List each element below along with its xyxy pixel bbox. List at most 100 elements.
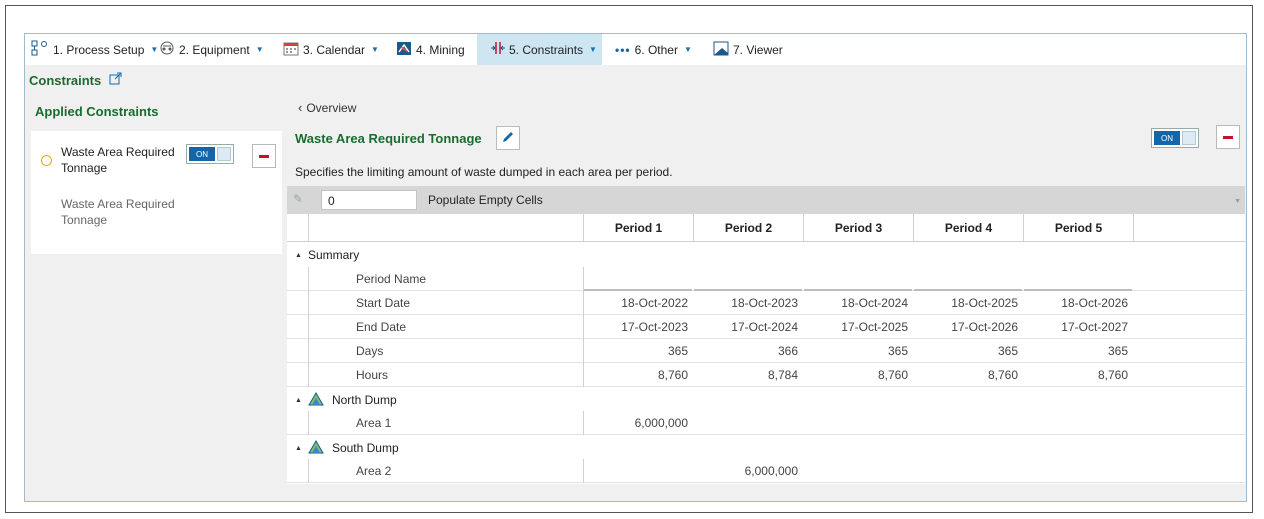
column-header-period[interactable]: Period 4 (914, 214, 1024, 242)
row-label: Start Date (308, 291, 584, 315)
table-cell[interactable] (694, 267, 802, 291)
page-header: Constraints (29, 72, 122, 88)
table-cell[interactable]: 17-Oct-2026 (914, 315, 1024, 339)
overview-link[interactable]: ‹ Overview (298, 100, 356, 115)
collapse-triangle-icon[interactable]: ▲ (295, 397, 302, 404)
tab-viewer[interactable]: 7. Viewer (713, 34, 783, 65)
remove-constraint-button[interactable] (252, 144, 276, 168)
table-cell[interactable]: 18-Oct-2023 (694, 291, 804, 315)
column-header-period[interactable]: Period 5 (1024, 214, 1134, 242)
table-cell[interactable]: 6,000,000 (694, 459, 804, 483)
collapse-triangle-icon[interactable]: ▲ (295, 445, 302, 452)
tab-calendar[interactable]: 3. Calendar ▼ (283, 34, 379, 65)
tab-mining[interactable]: 4. Mining (396, 34, 465, 65)
table-cell[interactable]: 365 (1024, 339, 1134, 363)
constraint-toggle[interactable]: ON (186, 144, 234, 164)
row-label: Area 1 (308, 411, 584, 435)
chevron-down-icon: ▼ (371, 45, 379, 54)
table-cell[interactable]: 365 (914, 339, 1024, 363)
table-cell[interactable]: 18-Oct-2022 (584, 291, 694, 315)
table-cell[interactable]: 18-Oct-2026 (1024, 291, 1134, 315)
table-cell[interactable]: 8,760 (804, 363, 914, 387)
table-cell[interactable]: 17-Oct-2024 (694, 315, 804, 339)
chevron-down-icon: ▼ (255, 45, 264, 54)
group-row-dump[interactable]: ▲ South Dump (287, 436, 1245, 460)
eraser-icon[interactable]: ✎ (293, 192, 303, 206)
table-cell[interactable] (584, 459, 694, 483)
constraints-icon (491, 41, 505, 58)
table-cell[interactable]: 8,760 (1024, 363, 1134, 387)
group-row-dump[interactable]: ▲ North Dump (287, 388, 1245, 412)
tab-label: 6. Other (634, 42, 678, 57)
row-label: Days (308, 339, 584, 363)
page-title: Constraints (29, 72, 102, 88)
chevron-down-icon: ▼ (150, 45, 159, 54)
viewer-icon (713, 41, 729, 59)
constraint-main-toggle[interactable]: ON (1151, 128, 1199, 148)
more-dots-icon: ••• (615, 42, 631, 57)
tab-process-setup[interactable]: 1. Process Setup ▼ (31, 34, 158, 65)
populate-toolbar: ✎ 0 Populate Empty Cells ▼ (287, 186, 1245, 214)
chevron-left-icon: ‹ (298, 100, 303, 115)
toggle-knob (217, 147, 231, 161)
populate-value-input[interactable]: 0 (321, 190, 417, 210)
table-cell[interactable] (914, 411, 1024, 435)
table-cell[interactable] (1024, 267, 1132, 291)
table-cell[interactable]: 18-Oct-2025 (914, 291, 1024, 315)
table-cell[interactable]: 17-Oct-2023 (584, 315, 694, 339)
table-cell[interactable] (914, 459, 1024, 483)
table-cell[interactable]: 366 (694, 339, 804, 363)
chevron-down-icon: ▼ (589, 45, 597, 54)
table-cell[interactable] (804, 267, 912, 291)
column-header-period[interactable]: Period 2 (694, 214, 804, 242)
table-row: Period Name (287, 267, 1245, 291)
table-cell[interactable] (804, 411, 914, 435)
table-cell[interactable]: 365 (804, 339, 914, 363)
row-label: Period Name (308, 267, 584, 291)
header-indent (287, 214, 308, 242)
collapse-triangle-icon[interactable]: ▲ (295, 252, 302, 259)
table-cell[interactable]: 8,760 (914, 363, 1024, 387)
chevron-down-icon: ▼ (683, 45, 692, 54)
remove-main-constraint-button[interactable] (1216, 125, 1240, 149)
table-cell[interactable]: 17-Oct-2027 (1024, 315, 1134, 339)
table-cell[interactable] (804, 459, 914, 483)
populate-empty-cells-button[interactable]: Populate Empty Cells (428, 193, 543, 207)
status-radio-icon[interactable] (41, 155, 52, 166)
table-cell[interactable]: 17-Oct-2025 (804, 315, 914, 339)
table-row: Days 365 366 365 365 365 (287, 339, 1245, 363)
table-cell[interactable] (1024, 459, 1134, 483)
table-row: Area 2 6,000,000 (287, 459, 1245, 483)
table-cell[interactable] (584, 267, 692, 291)
external-link-icon[interactable] (109, 72, 122, 88)
table-cell[interactable]: 365 (584, 339, 694, 363)
table-cell[interactable]: 18-Oct-2024 (804, 291, 914, 315)
table-cell[interactable] (1024, 411, 1134, 435)
toggle-on-label: ON (1154, 131, 1180, 145)
toggle-on-label: ON (189, 147, 215, 161)
tab-other[interactable]: ••• 6. Other ▼ (615, 34, 692, 65)
edit-button[interactable] (496, 126, 520, 150)
window-frame: 1. Process Setup ▼ 2. Equipment ▼ 3. Cal… (5, 5, 1253, 513)
group-label: South Dump (331, 441, 399, 455)
table-cell[interactable]: 6,000,000 (584, 411, 694, 435)
filter-icon[interactable]: ▼ (1234, 198, 1241, 205)
group-row-summary[interactable]: ▲ Summary (287, 243, 1245, 267)
app-container: 1. Process Setup ▼ 2. Equipment ▼ 3. Cal… (24, 33, 1247, 502)
table-row: End Date 17-Oct-2023 17-Oct-2024 17-Oct-202… (287, 315, 1245, 339)
constraint-item-sublabel: Waste Area Required Tonnage (61, 197, 175, 227)
row-label: End Date (308, 315, 584, 339)
column-header-period[interactable]: Period 3 (804, 214, 914, 242)
header-filler (1134, 214, 1245, 242)
table-cell[interactable]: 8,760 (584, 363, 694, 387)
table-cell[interactable]: 8,784 (694, 363, 804, 387)
pencil-icon (501, 130, 515, 147)
table-cell[interactable] (694, 411, 804, 435)
row-label: Hours (308, 363, 584, 387)
column-header-period[interactable]: Period 1 (584, 214, 694, 242)
tab-constraints[interactable]: 5. Constraints ▼ (477, 34, 602, 65)
tab-equipment[interactable]: 2. Equipment ▼ (159, 34, 264, 65)
minus-icon (1223, 135, 1233, 139)
group-label: North Dump (331, 393, 397, 407)
table-cell[interactable] (914, 267, 1022, 291)
